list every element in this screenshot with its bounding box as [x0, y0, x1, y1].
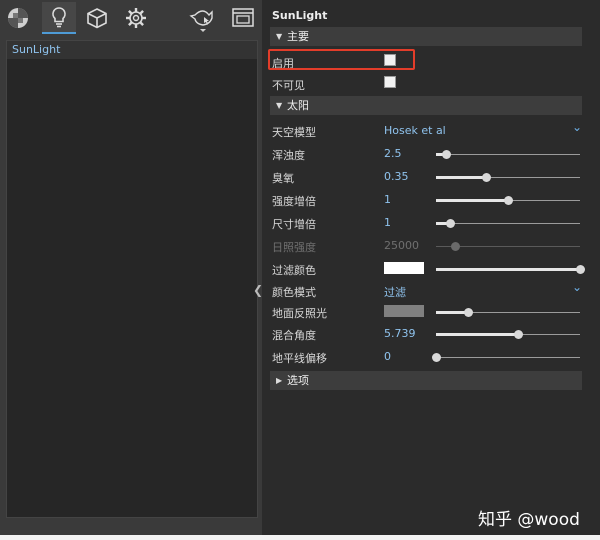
turbidity-label: 浑浊度 — [272, 149, 305, 162]
illuminance-value: 25000 — [384, 239, 419, 252]
settings-tab[interactable] — [119, 2, 153, 34]
section-main-label: 主要 — [287, 30, 309, 43]
left-panel: SunLight — [0, 0, 262, 540]
render-teapot-icon — [189, 10, 213, 32]
slider-fill — [436, 176, 486, 179]
color-mode-row: 颜色模式 过滤 ⌄ — [272, 280, 590, 301]
ground-albedo-slider[interactable] — [436, 308, 580, 317]
render-button[interactable] — [186, 2, 220, 34]
expand-triangle-icon: ▼ — [276, 101, 283, 110]
section-options-header[interactable]: ▶ 选项 — [270, 371, 582, 390]
slider-handle[interactable] — [446, 219, 455, 228]
chevron-down-icon[interactable]: ⌄ — [572, 120, 582, 134]
sky-model-row: 天空模型 Hosek et al ⌄ — [272, 120, 590, 141]
section-sun-header[interactable]: ▼ 太阳 — [270, 96, 582, 115]
lightbulb-icon — [52, 7, 66, 28]
slider-handle[interactable] — [464, 308, 473, 317]
horizon-offset-value[interactable]: 0 — [384, 350, 391, 363]
slider-handle[interactable] — [576, 265, 585, 274]
sky-model-dropdown[interactable]: Hosek et al — [384, 124, 446, 137]
turbidity-slider[interactable] — [436, 150, 580, 159]
illuminance-row: 日照强度 25000 — [272, 236, 590, 256]
filter-color-swatch[interactable] — [384, 262, 424, 274]
slider-handle[interactable] — [482, 173, 491, 182]
sky-model-label: 天空模型 — [272, 126, 316, 139]
checkerboard-icon — [8, 8, 28, 28]
ozone-label: 臭氧 — [272, 172, 294, 185]
slider-fill — [436, 199, 508, 202]
slider-handle[interactable] — [504, 196, 513, 205]
turbidity-value[interactable]: 2.5 — [384, 147, 402, 160]
invisible-checkbox[interactable] — [384, 76, 396, 88]
horizon-offset-slider[interactable] — [432, 353, 580, 362]
blend-angle-label: 混合角度 — [272, 329, 316, 342]
filter-color-label: 过滤颜色 — [272, 264, 316, 277]
expand-triangle-icon: ▼ — [276, 32, 283, 41]
illuminance-label: 日照强度 — [272, 241, 316, 254]
slider-fill — [436, 333, 518, 336]
intensity-multiplier-label: 强度增倍 — [272, 195, 316, 208]
watermark: 知乎 @wood — [478, 510, 580, 530]
slider-fill — [436, 268, 580, 271]
ground-albedo-row: 地面反照光 — [272, 302, 590, 322]
lights-tab[interactable] — [42, 2, 76, 34]
section-options-label: 选项 — [287, 374, 309, 387]
intensity-multiplier-slider[interactable] — [436, 196, 580, 205]
invisible-label: 不可见 — [272, 79, 305, 92]
horizon-offset-row: 地平线偏移 0 — [272, 347, 590, 367]
section-sun-label: 太阳 — [287, 99, 309, 112]
size-multiplier-row: 尺寸增倍 1 — [272, 213, 590, 233]
turbidity-row: 浑浊度 2.5 — [272, 144, 590, 164]
section-main-header[interactable]: ▼ 主要 — [270, 27, 582, 46]
filter-color-row: 过滤颜色 — [272, 259, 590, 279]
horizon-offset-label: 地平线偏移 — [272, 352, 327, 365]
toolbar — [0, 0, 262, 36]
highlight-box — [268, 49, 415, 70]
materials-tab[interactable] — [1, 2, 35, 34]
collapsed-triangle-icon: ▶ — [276, 376, 283, 385]
window-icon — [232, 8, 254, 27]
blend-angle-slider[interactable] — [436, 330, 580, 339]
ozone-row: 臭氧 0.35 — [272, 167, 590, 187]
size-multiplier-value[interactable]: 1 — [384, 216, 391, 229]
slider-handle[interactable] — [442, 150, 451, 159]
filter-color-slider[interactable] — [436, 265, 585, 274]
scene-tree: SunLight — [6, 40, 258, 518]
cube-icon — [87, 8, 107, 29]
illuminance-slider — [436, 242, 580, 251]
ground-albedo-label: 地面反照光 — [272, 307, 327, 320]
invisible-row: 不可见 — [272, 74, 590, 94]
ground-albedo-swatch[interactable] — [384, 305, 424, 317]
size-multiplier-slider[interactable] — [436, 219, 580, 228]
color-mode-label: 颜色模式 — [272, 286, 316, 299]
slider-handle — [451, 242, 460, 251]
panel-title: SunLight — [272, 9, 328, 22]
chevron-down-icon[interactable]: ⌄ — [572, 280, 582, 294]
ozone-value[interactable]: 0.35 — [384, 170, 409, 183]
size-multiplier-label: 尺寸增倍 — [272, 218, 316, 231]
blend-angle-value[interactable]: 5.739 — [384, 327, 416, 340]
intensity-multiplier-row: 强度增倍 1 — [272, 190, 590, 210]
ozone-slider[interactable] — [436, 173, 580, 182]
blend-angle-row: 混合角度 5.739 — [272, 324, 590, 344]
slider-handle[interactable] — [514, 330, 523, 339]
bottom-strip — [0, 535, 600, 540]
intensity-multiplier-value[interactable]: 1 — [384, 193, 391, 206]
color-mode-dropdown[interactable]: 过滤 — [384, 284, 406, 300]
tree-item-sunlight[interactable]: SunLight — [7, 41, 257, 59]
properties-panel: SunLight ▼ 主要 启用 不可见 ▼ 太阳 天空模型 Hosek et … — [262, 0, 600, 540]
gear-icon — [126, 8, 146, 28]
geometry-tab[interactable] — [80, 2, 114, 34]
frame-buffer-button[interactable] — [226, 2, 260, 34]
slider-handle[interactable] — [432, 353, 441, 362]
